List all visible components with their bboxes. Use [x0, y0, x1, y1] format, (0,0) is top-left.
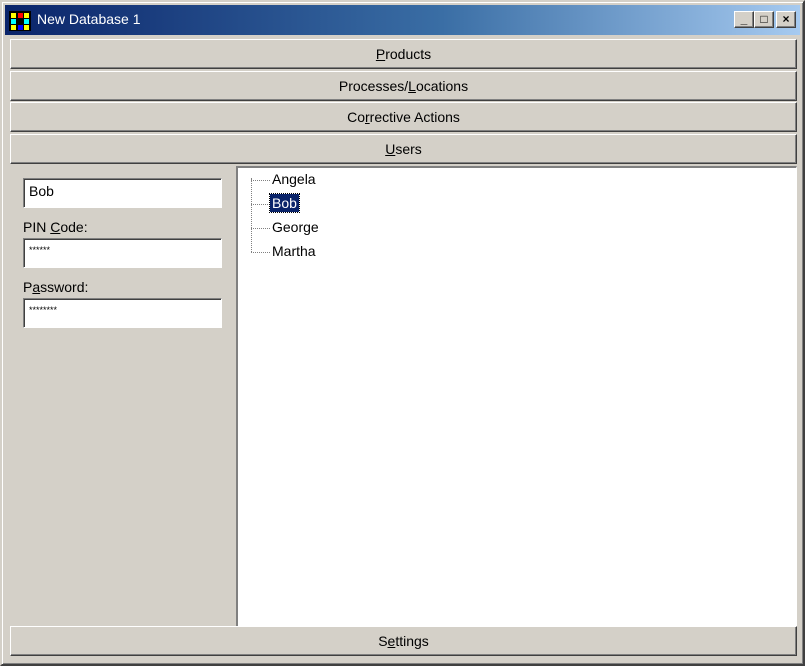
pin-code-field[interactable]: ******	[23, 238, 222, 268]
password-field[interactable]: ********	[23, 298, 222, 328]
tree-item-label[interactable]: Angela	[270, 170, 318, 188]
users-label: Users	[385, 141, 422, 157]
close-button[interactable]: ×	[776, 11, 796, 28]
tree-branch-line	[251, 180, 270, 181]
users-tree[interactable]: Angela Bob George Martha	[236, 166, 797, 627]
tree-branch-line	[251, 228, 270, 229]
tree-item-label[interactable]: Martha	[270, 242, 318, 260]
tree-branch-line	[251, 252, 270, 253]
products-label: Products	[375, 46, 432, 62]
tree-connector-line	[251, 178, 252, 252]
minimize-button[interactable]: _	[734, 11, 754, 28]
tree-branch-line	[251, 204, 270, 205]
user-name-field[interactable]: Bob	[23, 178, 222, 208]
processes-locations-section-button[interactable]: Processes/Locations	[10, 71, 797, 101]
user-details-panel: Bob PIN Code: ****** Password: ********	[10, 166, 234, 626]
settings-section-button[interactable]: Settings	[10, 626, 797, 656]
pin-code-label: PIN Code:	[23, 219, 88, 235]
tree-item-label-selected[interactable]: Bob	[269, 193, 300, 213]
products-section-button[interactable]: Products	[10, 39, 797, 69]
processes-locations-label: Processes/Locations	[338, 78, 469, 94]
corrective-actions-section-button[interactable]: Corrective Actions	[10, 102, 797, 132]
app-window: New Database 1 _ □ × Products Processes/…	[0, 0, 805, 666]
corrective-actions-label: Corrective Actions	[347, 109, 460, 125]
users-section-button[interactable]: Users	[10, 134, 797, 164]
minimize-icon: _	[740, 12, 748, 26]
settings-label: Settings	[378, 633, 429, 649]
password-label: Password:	[23, 279, 89, 295]
app-grid-icon[interactable]	[9, 11, 31, 31]
maximize-icon: □	[760, 12, 768, 26]
tree-item-label[interactable]: George	[270, 218, 321, 236]
close-icon: ×	[782, 12, 790, 26]
window-title: New Database 1	[37, 11, 141, 27]
title-bar[interactable]: New Database 1 _ □ ×	[5, 5, 800, 35]
maximize-button[interactable]: □	[754, 11, 774, 28]
